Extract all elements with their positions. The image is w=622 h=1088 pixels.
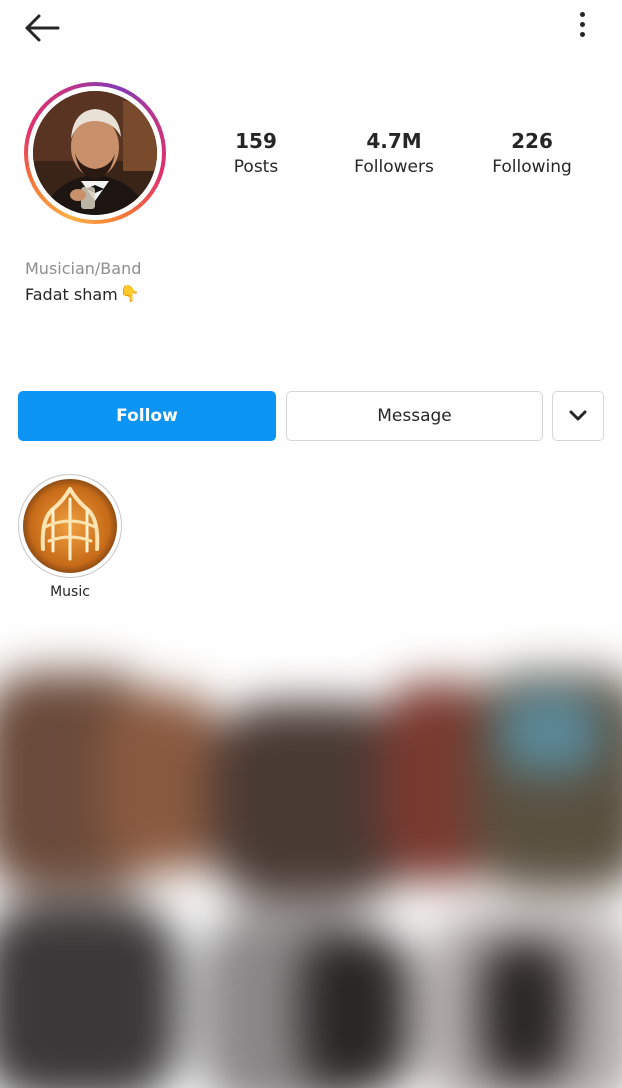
following-label: Following bbox=[492, 157, 572, 177]
chevron-down-icon bbox=[569, 410, 587, 421]
posts-count: 159 bbox=[235, 129, 277, 153]
profile-avatar[interactable] bbox=[24, 82, 166, 224]
back-button[interactable] bbox=[22, 10, 62, 46]
profile-category: Musician/Band bbox=[25, 259, 142, 278]
arrow-left-icon bbox=[25, 14, 60, 42]
highlight-music[interactable]: Music bbox=[18, 474, 124, 606]
more-options-button[interactable] bbox=[576, 12, 588, 44]
suggested-dropdown-button[interactable] bbox=[552, 391, 604, 441]
more-vertical-icon bbox=[579, 12, 585, 17]
profile-stats: 159 Posts 4.7M Followers 226 Following bbox=[186, 128, 606, 188]
follow-button[interactable]: Follow bbox=[18, 391, 276, 441]
highlight-label: Music bbox=[50, 584, 90, 600]
avatar-photo bbox=[33, 91, 157, 215]
highlight-cover bbox=[23, 479, 117, 573]
followers-label: Followers bbox=[354, 157, 434, 177]
pointing-down-emoji: 👇 bbox=[119, 284, 140, 303]
top-bar bbox=[0, 0, 622, 56]
followers-count: 4.7M bbox=[366, 129, 422, 153]
stat-posts[interactable]: 159 Posts bbox=[186, 128, 326, 180]
posts-label: Posts bbox=[233, 157, 279, 177]
profile-bio: Fadat sham 👇 bbox=[25, 284, 140, 304]
posts-grid[interactable] bbox=[0, 612, 622, 1088]
following-count: 226 bbox=[511, 129, 553, 153]
stat-followers[interactable]: 4.7M Followers bbox=[324, 128, 464, 180]
bio-text: Fadat sham bbox=[25, 284, 118, 304]
message-button[interactable]: Message bbox=[286, 391, 543, 441]
stat-following[interactable]: 226 Following bbox=[462, 128, 602, 180]
